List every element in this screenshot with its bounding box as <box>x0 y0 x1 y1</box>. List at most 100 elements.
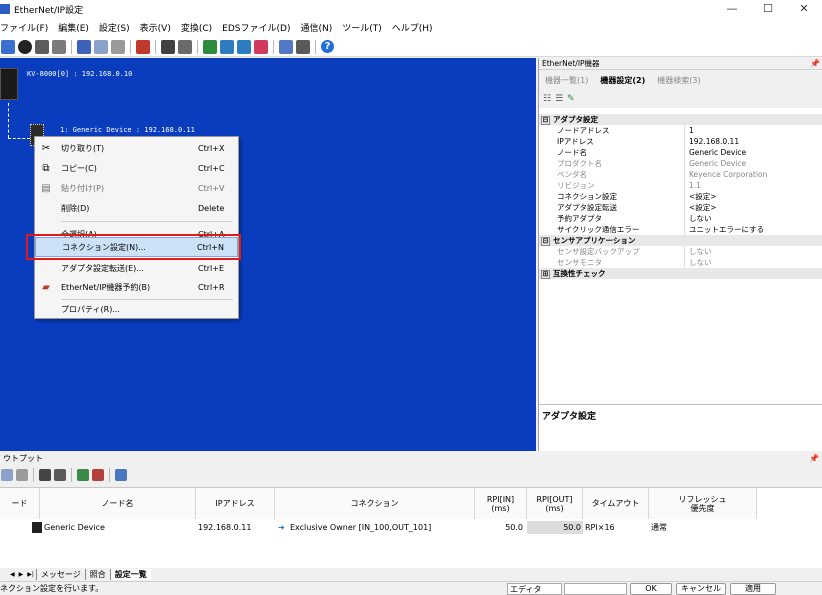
column-header[interactable]: ノード名 <box>40 488 196 519</box>
list-icon[interactable] <box>279 39 293 54</box>
tab-nav-last[interactable]: ▶| <box>25 571 36 578</box>
tab-nav-prev[interactable]: ◀ <box>0 571 17 578</box>
menu-eds-file[interactable]: EDSファイル(D) <box>217 21 295 34</box>
app-icon <box>0 4 10 14</box>
compare-icon[interactable] <box>77 469 89 481</box>
property-value[interactable]: ユニットエラーにする <box>685 224 822 235</box>
monitor-icon[interactable] <box>18 39 32 54</box>
property-row[interactable]: コネクション設定 <設定> <box>539 191 822 202</box>
property-row[interactable]: サイクリック通信エラー ユニットエラーにする <box>539 224 822 235</box>
menu-view[interactable]: 表示(V) <box>135 21 176 34</box>
menu-item-delete[interactable]: 削除(D) Delete <box>35 198 238 218</box>
pin-icon[interactable]: 📌 <box>810 58 820 70</box>
pin-icon[interactable]: 📌 <box>809 452 819 465</box>
table-icon[interactable] <box>115 469 127 481</box>
edit-property-icon[interactable]: ✎ <box>567 94 575 104</box>
menu-item-paste[interactable]: ▤ 貼り付け(P) Ctrl+V <box>35 178 238 198</box>
layout-icon[interactable] <box>54 469 66 481</box>
menu-file[interactable]: ファイル(F) <box>0 21 53 34</box>
menu-help[interactable]: ヘルプ(H) <box>387 21 438 34</box>
property-row[interactable]: アダプタ設定転送 <設定> <box>539 202 822 213</box>
minimize-button[interactable]: — <box>714 0 750 18</box>
disconnect-icon[interactable] <box>1 39 15 54</box>
column-header[interactable]: ード <box>0 488 40 519</box>
property-value[interactable]: 192.168.0.11 <box>685 136 822 147</box>
property-value[interactable]: <設定> <box>685 202 822 213</box>
property-row[interactable]: 予約アダプタ しない <box>539 213 822 224</box>
menu-item-label: アダプタ設定転送(E)... <box>61 263 144 273</box>
edit-icon[interactable] <box>178 39 192 54</box>
menu-item-shortcut: Ctrl+E <box>198 263 224 273</box>
maximize-button[interactable]: ☐ <box>750 0 786 18</box>
property-value[interactable]: しない <box>685 213 822 224</box>
table-cell: Exclusive Owner [IN_100,OUT_101] <box>290 523 432 532</box>
device-label: 1: Generic Device : 192.168.0.11 <box>60 126 195 134</box>
column-header[interactable]: タイムアウト <box>583 488 649 519</box>
property-row[interactable]: IPアドレス 192.168.0.11 <box>539 136 822 147</box>
help-icon[interactable]: ? <box>321 40 334 53</box>
toolbar-separator <box>33 468 34 482</box>
sort-category-icon[interactable]: ☷ <box>543 94 551 104</box>
tab-device-search[interactable]: 機器検索(3) <box>651 75 706 86</box>
check-icon[interactable] <box>254 39 268 54</box>
collapse-icon[interactable]: ⊟ <box>541 237 550 246</box>
menu-tools[interactable]: ツール(T) <box>337 21 387 34</box>
column-header[interactable]: コネクション <box>275 488 475 519</box>
connection-icon[interactable] <box>203 39 217 54</box>
window-icon[interactable] <box>161 39 175 54</box>
tab-device-settings[interactable]: 機器設定(2) <box>594 75 651 86</box>
menu-item-shortcut: Ctrl+X <box>198 143 225 153</box>
menu-item-adapter-transfer[interactable]: アダプタ設定転送(E)... Ctrl+E <box>35 258 238 278</box>
collapse-icon[interactable]: ⊟ <box>541 116 550 125</box>
tab-compare[interactable]: 照合 <box>84 568 110 580</box>
property-value[interactable]: <設定> <box>685 191 822 202</box>
search-icon[interactable] <box>220 39 234 54</box>
property-value: Keyence Corporation <box>689 170 768 179</box>
menu-item-copy[interactable]: ⧉ コピー(C) Ctrl+C <box>35 158 238 178</box>
table-icon[interactable] <box>296 39 310 54</box>
menu-communication[interactable]: 通信(N) <box>295 21 337 34</box>
property-row[interactable]: ノードアドレス 1 <box>539 125 822 136</box>
tab-messages[interactable]: メッセージ <box>35 568 85 580</box>
copy-icon[interactable] <box>94 39 108 54</box>
export-icon[interactable] <box>92 469 104 481</box>
tab-device-list[interactable]: 機器一覧(1) <box>539 75 594 86</box>
copy-icon[interactable] <box>1 469 13 481</box>
close-button[interactable]: ✕ <box>786 0 822 18</box>
expand-icon[interactable]: ⊞ <box>541 270 550 279</box>
paste-icon[interactable] <box>111 39 125 54</box>
apply-button[interactable]: 適用 <box>730 583 776 595</box>
property-category[interactable]: ⊞ 互換性チェック <box>539 268 822 279</box>
sort-alpha-icon[interactable]: ☰ <box>555 94 563 104</box>
column-header[interactable]: RPI[IN] (ms) <box>475 488 527 519</box>
network-icon[interactable] <box>52 39 66 54</box>
column-header[interactable]: RPI[OUT] (ms) <box>527 488 583 519</box>
table-row[interactable]: Generic Device 192.168.0.11 ➜ Exclusive … <box>0 521 822 534</box>
paste-icon[interactable] <box>16 469 28 481</box>
column-header[interactable]: リフレッシュ 優先度 <box>649 488 757 519</box>
tab-settings-list[interactable]: 設定一覧 <box>109 568 151 580</box>
toolbar-separator <box>197 39 198 54</box>
connection-table: ード ノード名 IPアドレス コネクション RPI[IN] (ms) RPI[O… <box>0 487 822 568</box>
menu-item-properties[interactable]: プロパティ(R)... <box>35 299 238 319</box>
menu-item-cut[interactable]: ✂ 切り取り(T) Ctrl+X <box>35 138 238 158</box>
menu-item-device-reserve[interactable]: ▰ EtherNet/IP機器予約(B) Ctrl+R <box>35 277 238 297</box>
menu-settings[interactable]: 設定(S) <box>94 21 135 34</box>
column-header[interactable]: IPアドレス <box>196 488 275 519</box>
scan-icon[interactable] <box>35 39 49 54</box>
property-value[interactable]: Generic Device <box>685 147 822 158</box>
property-category[interactable]: ⊟ アダプタ設定 <box>539 114 822 125</box>
zoom-icon[interactable] <box>237 39 251 54</box>
property-category[interactable]: ⊟ センサアプリケーション <box>539 235 822 246</box>
property-value[interactable]: 1 <box>685 125 822 136</box>
plc-icon[interactable] <box>0 68 18 100</box>
property-row[interactable]: ノード名 Generic Device <box>539 147 822 158</box>
tab-nav-next[interactable]: ▶ <box>17 571 26 578</box>
menu-convert[interactable]: 変換(C) <box>176 21 217 34</box>
cut-icon[interactable] <box>77 39 91 54</box>
find-icon[interactable] <box>39 469 51 481</box>
ok-button[interactable]: OK <box>630 583 672 595</box>
device-add-icon[interactable] <box>136 39 150 54</box>
menu-edit[interactable]: 編集(E) <box>53 21 94 34</box>
cancel-button[interactable]: キャンセル <box>676 583 726 595</box>
